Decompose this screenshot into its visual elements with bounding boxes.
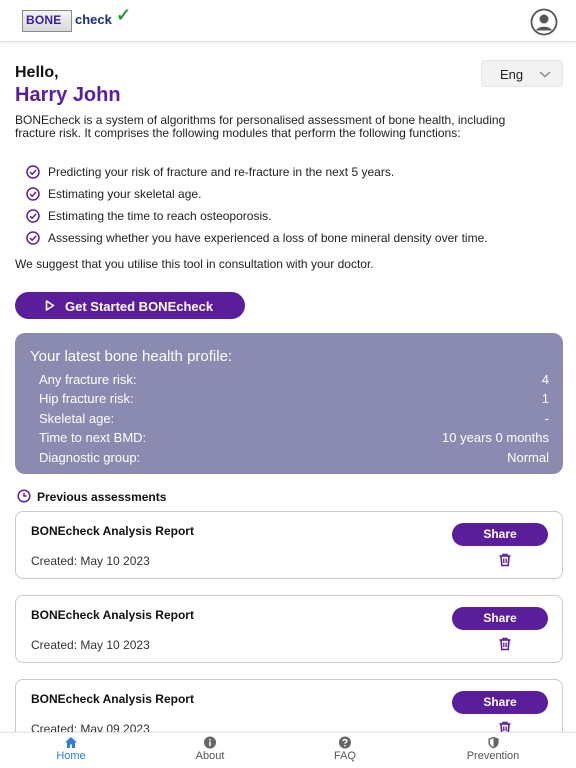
home-icon	[65, 737, 77, 748]
feature-text: Predicting your risk of fracture and re-…	[48, 165, 395, 179]
check-circle-icon	[26, 187, 40, 201]
user-name: Harry John	[15, 84, 121, 106]
get-started-button[interactable]: Get Started BONEcheck	[15, 292, 245, 319]
profile-row-next-bmd: Time to next BMD: 10 years 0 months	[39, 430, 549, 446]
check-circle-icon	[26, 209, 40, 223]
feature-item: Predicting your risk of fracture and re-…	[26, 164, 556, 186]
profile-value: Normal	[507, 450, 549, 465]
profile-label: Any fracture risk:	[39, 372, 137, 387]
chevron-down-icon	[539, 71, 551, 78]
feature-text: Assessing whether you have experienced a…	[48, 231, 488, 245]
previous-assessments-label: Previous assessments	[37, 490, 167, 504]
report-created-date: Created: May 10 2023	[31, 638, 150, 652]
info-icon	[203, 736, 217, 749]
check-circle-icon	[26, 231, 40, 245]
feature-item: Estimating your skeletal age.	[26, 186, 556, 208]
nav-about[interactable]: About	[160, 736, 260, 768]
logo-bone-text: BONE	[26, 13, 62, 27]
nav-prevention-label: Prevention	[466, 750, 520, 762]
profile-row-hip-fracture: Hip fracture risk: 1	[39, 391, 549, 407]
profile-label: Hip fracture risk:	[39, 391, 134, 406]
clock-icon	[17, 489, 31, 503]
help-icon	[338, 736, 352, 749]
nav-about-label: About	[195, 750, 225, 762]
play-icon	[45, 300, 55, 311]
trash-icon[interactable]	[498, 637, 512, 651]
report-title: BONEcheck Analysis Report	[31, 692, 194, 706]
profile-value: 1	[541, 391, 549, 406]
feature-list: Predicting your risk of fracture and re-…	[26, 164, 556, 252]
profile-label: Time to next BMD:	[39, 430, 147, 445]
nav-faq-label: FAQ	[333, 750, 356, 762]
profile-label: Skeletal age:	[39, 411, 115, 426]
greeting-hello: Hello,	[15, 64, 59, 81]
logo-check-text: check	[75, 12, 112, 27]
profile-title: Your latest bone health profile:	[30, 348, 233, 365]
language-select[interactable]: Eng	[481, 60, 563, 87]
report-created-date: Created: May 10 2023	[31, 554, 150, 568]
share-button[interactable]: Share	[452, 523, 548, 546]
feature-text: Estimating your skeletal age.	[48, 187, 202, 201]
app-header: BONE check ✓	[0, 0, 576, 42]
profile-row-any-fracture: Any fracture risk: 4	[39, 372, 549, 388]
feature-text: Estimating the time to reach osteoporosi…	[48, 209, 272, 223]
bonecheck-logo[interactable]: BONE check ✓	[22, 5, 134, 34]
suggestion-text: We suggest that you utilise this tool in…	[15, 257, 374, 271]
intro-text: BONEcheck is a system of algorithms for …	[15, 113, 506, 140]
profile-value: 10 years 0 months	[442, 430, 549, 445]
language-value: Eng	[500, 67, 524, 82]
get-started-label: Get Started BONEcheck	[65, 299, 214, 314]
report-title: BONEcheck Analysis Report	[31, 608, 194, 622]
shield-icon	[487, 736, 499, 749]
profile-row-skeletal-age: Skeletal age: -	[39, 411, 549, 427]
nav-faq[interactable]: FAQ	[295, 736, 395, 768]
report-title: BONEcheck Analysis Report	[31, 524, 194, 538]
nav-home[interactable]: Home	[21, 736, 121, 768]
feature-item: Assessing whether you have experienced a…	[26, 230, 556, 252]
check-circle-icon	[26, 165, 40, 179]
share-button[interactable]: Share	[452, 691, 548, 714]
profile-value: 4	[541, 372, 549, 387]
logo-tick: ✓	[116, 5, 132, 25]
nav-prevention[interactable]: Prevention	[443, 736, 543, 768]
nav-home-label: Home	[56, 750, 86, 762]
share-button[interactable]: Share	[452, 607, 548, 630]
profile-label: Diagnostic group:	[39, 450, 141, 465]
bottom-navigation: Home About FAQ Prevention	[0, 732, 576, 768]
report-card[interactable]: BONEcheck Analysis Report Created: May 1…	[15, 511, 563, 579]
profile-value: -	[544, 411, 549, 426]
user-circle-icon[interactable]	[530, 8, 558, 36]
bone-health-profile-card: Your latest bone health profile: Any fra…	[15, 333, 563, 474]
report-card[interactable]: BONEcheck Analysis Report Created: May 1…	[15, 595, 563, 663]
trash-icon[interactable]	[498, 553, 512, 567]
profile-row-diagnostic-group: Diagnostic group: Normal	[39, 450, 549, 466]
feature-item: Estimating the time to reach osteoporosi…	[26, 208, 556, 230]
